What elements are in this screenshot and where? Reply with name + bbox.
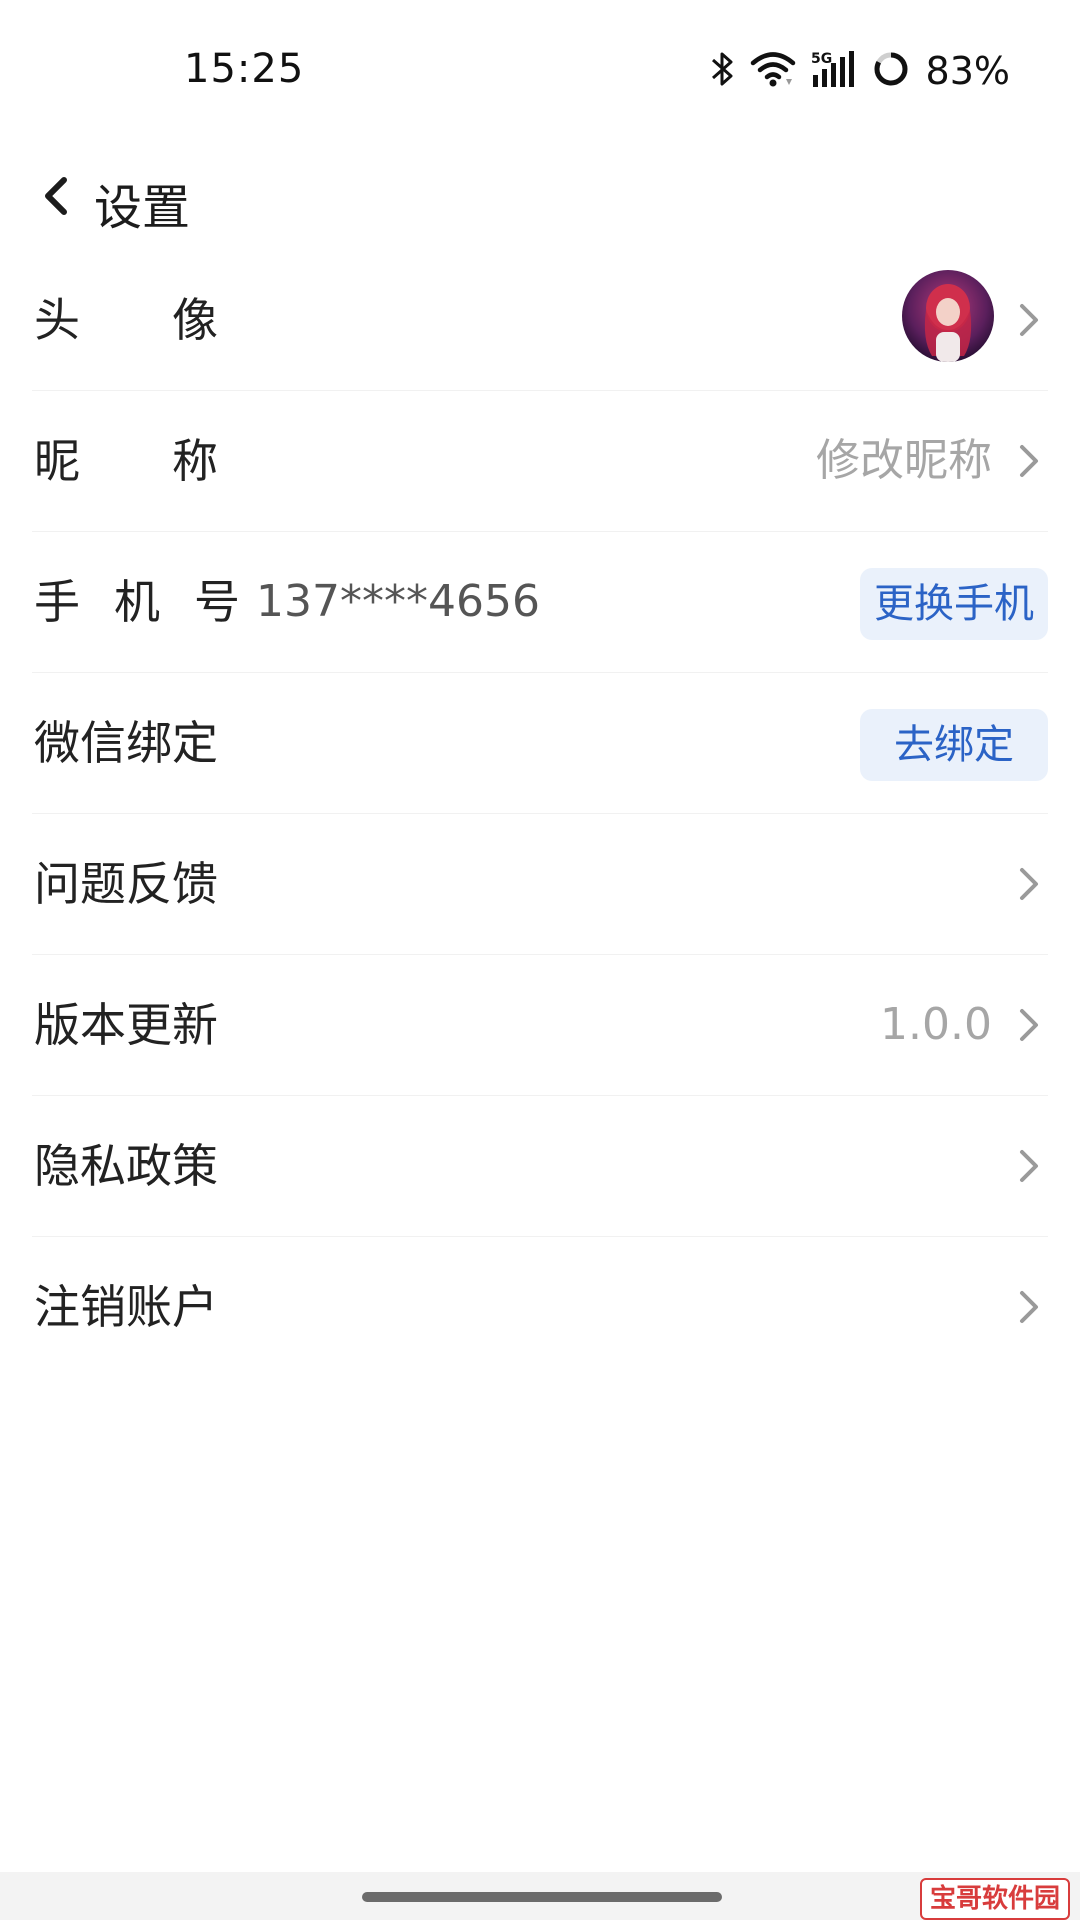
- status-bar: 15:25 5G 83%: [0, 0, 1080, 140]
- change-phone-button[interactable]: 更换手机: [860, 568, 1048, 640]
- row-label: 微信绑定: [34, 716, 218, 770]
- row-avatar[interactable]: 头像: [32, 250, 1048, 391]
- gesture-nav-area: 宝哥软件园: [0, 1872, 1080, 1920]
- row-label: 昵称: [34, 434, 310, 488]
- row-label: 版本更新: [34, 998, 218, 1052]
- chevron-right-icon: [1008, 1146, 1048, 1186]
- nickname-value: 修改昵称: [816, 435, 992, 486]
- chevron-right-icon: [1008, 441, 1048, 481]
- row-label: 问题反馈: [34, 857, 218, 911]
- back-button[interactable]: [26, 168, 86, 228]
- chevron-right-icon: [1008, 1005, 1048, 1045]
- bluetooth-icon: [710, 49, 736, 93]
- row-wechat: 微信绑定 去绑定: [32, 673, 1048, 814]
- status-time: 15:25: [184, 46, 305, 92]
- row-cancel-account[interactable]: 注销账户: [32, 1237, 1048, 1377]
- row-privacy[interactable]: 隐私政策: [32, 1096, 1048, 1237]
- row-label: 头像: [34, 293, 310, 347]
- phone-number: 137****4656: [256, 576, 540, 627]
- page-title: 设置: [94, 180, 191, 236]
- wifi-icon: [750, 49, 796, 93]
- row-label: 隐私政策: [34, 1139, 218, 1193]
- row-nickname[interactable]: 昵称 修改昵称: [32, 391, 1048, 532]
- settings-list: 头像 昵称 修改昵称 手机号 137****4656 更换手机 微信绑定 去绑定…: [0, 250, 1080, 1377]
- row-phone: 手机号 137****4656 更换手机: [32, 532, 1048, 673]
- row-label: 手机号: [34, 575, 274, 629]
- chevron-right-icon: [1008, 1287, 1048, 1327]
- battery-ring-icon: [872, 50, 910, 92]
- status-icons: 5G 83%: [710, 48, 1010, 94]
- row-label: 注销账户: [34, 1280, 218, 1334]
- home-indicator[interactable]: [362, 1892, 722, 1902]
- bind-wechat-button[interactable]: 去绑定: [860, 709, 1048, 781]
- 5g-signal-icon: 5G: [810, 49, 858, 93]
- battery-percent: 83%: [925, 49, 1010, 93]
- chevron-right-icon: [1008, 864, 1048, 904]
- watermark: 宝哥软件园: [919, 1878, 1070, 1920]
- row-feedback[interactable]: 问题反馈: [32, 814, 1048, 955]
- row-version[interactable]: 版本更新 1.0.0: [32, 955, 1048, 1096]
- chevron-left-icon: [38, 172, 74, 224]
- svg-text:5G: 5G: [811, 51, 832, 67]
- page-header: 设置: [0, 140, 1080, 260]
- version-value: 1.0.0: [880, 999, 992, 1050]
- avatar[interactable]: [902, 270, 994, 362]
- chevron-right-icon: [1008, 300, 1048, 340]
